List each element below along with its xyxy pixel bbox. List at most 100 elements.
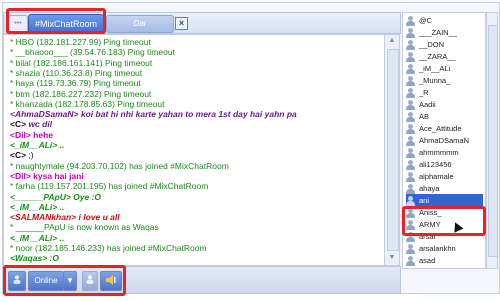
user-icon bbox=[406, 40, 415, 51]
chat-message-author[interactable]: <_iM__ALi> bbox=[10, 233, 57, 243]
chat-message-text: wc dil bbox=[26, 119, 53, 130]
chat-message-text: * farha (119.157.201.195) has joined #Mi… bbox=[10, 181, 209, 192]
chat-message: <_iM__ALi> .. bbox=[10, 233, 64, 243]
user-icon bbox=[406, 172, 415, 183]
chat-message-author[interactable]: <______PApU> bbox=[10, 192, 71, 202]
chat-message-text: ;) bbox=[26, 150, 34, 161]
chat-message-text: Oye :O bbox=[70, 191, 102, 202]
chat-message: * shazia (110.36.23.8) Ping timeout bbox=[10, 68, 142, 78]
user-icon bbox=[406, 244, 415, 255]
user-icon bbox=[406, 184, 415, 195]
user-name: asad bbox=[419, 256, 436, 265]
chat-message-author[interactable]: <Dil> bbox=[10, 171, 31, 181]
chat-message-author[interactable]: <C> bbox=[10, 119, 26, 129]
chat-message: * haya (119.73.36.79) Ping timeout bbox=[10, 78, 141, 88]
user-icon bbox=[406, 52, 415, 63]
user-name: ahaya bbox=[419, 184, 440, 193]
chat-message: <C> wc dil bbox=[10, 119, 52, 129]
chat-message-text: * shazia (110.36.23.8) Ping timeout bbox=[10, 67, 143, 78]
user-icon bbox=[406, 256, 415, 267]
chat-message-text: hehe bbox=[30, 129, 53, 140]
chat-message-text: * haya (119.73.36.79) Ping timeout bbox=[10, 78, 141, 89]
user-name: Aadii bbox=[419, 100, 436, 109]
tab-dar[interactable]: Dar bbox=[106, 15, 174, 33]
chat-message-text: * noor (182.185.146.233) has joined #Mix… bbox=[10, 243, 207, 253]
chat-message-author[interactable]: <Dil> bbox=[10, 130, 31, 140]
user-icon bbox=[406, 76, 415, 87]
highlight-toolbar-annotation bbox=[3, 265, 126, 296]
chat-message-author[interactable]: <SALMANkhan> bbox=[10, 212, 76, 222]
user-list-item[interactable]: asad bbox=[406, 254, 484, 267]
user-name: @C bbox=[419, 16, 433, 25]
user-name: Ace_Attitude bbox=[419, 124, 462, 133]
user-name: AhmaDSamaN bbox=[419, 136, 470, 145]
scroll-down-icon[interactable]: ▼ bbox=[387, 253, 397, 263]
user-icon bbox=[406, 16, 415, 27]
chat-message-text: * bilal (182.186.161.141) Ping timeout bbox=[10, 57, 153, 68]
chat-message-author[interactable]: <C> bbox=[10, 150, 26, 160]
user-icon bbox=[406, 136, 415, 147]
chat-message: * naughtymale (94.203.70.102) has joined… bbox=[10, 161, 229, 171]
chat-message-author[interactable]: <_iM__ALi> bbox=[10, 140, 57, 150]
user-icon bbox=[406, 100, 415, 111]
chat-message-text: * ______PApU is now known as Waqas bbox=[10, 222, 159, 233]
user-name: _R bbox=[419, 88, 429, 97]
chat-message-area[interactable]: * HBO (182.181.227.99) Ping timeout * __b… bbox=[3, 34, 385, 266]
chat-message: <______PApU> Oye :O bbox=[10, 192, 101, 202]
chat-message-text: * HBO (182.181.227.99) Ping timeout bbox=[10, 37, 151, 47]
chat-message-text: kysa hai jani bbox=[30, 170, 84, 181]
chat-message: <Dil> hehe bbox=[10, 130, 53, 140]
user-icon bbox=[406, 196, 415, 207]
user-name: __DON bbox=[419, 40, 445, 49]
user-name: arsalankhn bbox=[419, 244, 456, 253]
user-icon bbox=[406, 112, 415, 123]
chat-message-text: koi bat hi nhi karte yahan to mera 1st d… bbox=[78, 109, 297, 120]
chat-message: * HBO (182.181.227.99) Ping timeout bbox=[10, 37, 151, 47]
chat-message-text: * __bhaooo___ (39.54.76.183) Ping timeou… bbox=[10, 47, 175, 58]
chat-message: * farha (119.157.201.195) has joined #Mi… bbox=[10, 181, 208, 191]
chat-message-text: * naughtymale (94.203.70.102) has joined… bbox=[10, 160, 229, 171]
chat-message: * __bhaooo___ (39.54.76.183) Ping timeou… bbox=[10, 47, 175, 57]
chat-message-text: * khanzada (182.178.85.63) Ping timeout bbox=[10, 98, 165, 109]
chat-message: <Waqas> :O bbox=[10, 253, 59, 263]
user-icon bbox=[406, 28, 415, 39]
chat-scrollbar[interactable]: ▲ ▼ bbox=[384, 34, 400, 266]
highlight-tabs-annotation bbox=[6, 8, 106, 34]
chat-message: <_iM__ALi> .. bbox=[10, 140, 64, 150]
chat-message: <Dil> kysa hai jani bbox=[10, 171, 84, 181]
user-name: ___ZAIN__ bbox=[419, 28, 457, 37]
user-name: ani bbox=[419, 196, 430, 205]
user-list-scrollbar-thumb[interactable] bbox=[488, 25, 498, 257]
chat-message-text: .. bbox=[57, 140, 65, 150]
chat-message-text: * btm (182.186.227.232) Ping timeout bbox=[10, 88, 152, 99]
user-name: _iM__ALi bbox=[419, 64, 451, 73]
chat-message-author[interactable]: <Waqas> bbox=[10, 253, 47, 263]
user-name: __ZARA__ bbox=[419, 52, 456, 61]
close-tab-icon[interactable]: × bbox=[175, 17, 188, 30]
user-icon bbox=[406, 148, 415, 159]
chat-message-text: i love u all bbox=[76, 212, 120, 223]
user-icon bbox=[406, 160, 415, 171]
highlight-user-annotation bbox=[402, 206, 486, 236]
chat-message-text: .. bbox=[57, 201, 65, 212]
chat-message: <C> ;) bbox=[10, 150, 34, 160]
user-list-scrollbar[interactable] bbox=[486, 12, 498, 269]
chat-scrollbar-thumb[interactable] bbox=[387, 49, 399, 251]
chat-message: * bilal (182.186.161.141) Ping timeout bbox=[10, 58, 152, 68]
user-name: ahmmmmm bbox=[419, 148, 459, 157]
chat-message-author[interactable]: <AhmaDSamaN> bbox=[10, 109, 79, 119]
chat-message: * noor (182.185.146.233) has joined #Mix… bbox=[10, 243, 207, 253]
scroll-up-icon[interactable]: ▲ bbox=[387, 36, 397, 46]
chat-message-text: :O bbox=[47, 253, 59, 264]
chat-message: <AhmaDSamaN> koi bat hi nhi karte yahan … bbox=[10, 109, 297, 119]
chat-message-author[interactable]: <_iM__ALi> bbox=[10, 202, 57, 212]
user-icon bbox=[406, 88, 415, 99]
chat-message: * ______PApU is now known as Waqas bbox=[10, 222, 159, 232]
chat-message: <_iM__ALi> .. bbox=[10, 202, 64, 212]
chat-message: <SALMANkhan> i love u all bbox=[10, 212, 120, 222]
user-name: alphamale bbox=[419, 172, 454, 181]
chat-message-text: .. bbox=[57, 232, 65, 243]
user-name: ali123456 bbox=[419, 160, 452, 169]
chat-message: * btm (182.186.227.232) Ping timeout bbox=[10, 89, 151, 99]
user-icon bbox=[406, 124, 415, 135]
